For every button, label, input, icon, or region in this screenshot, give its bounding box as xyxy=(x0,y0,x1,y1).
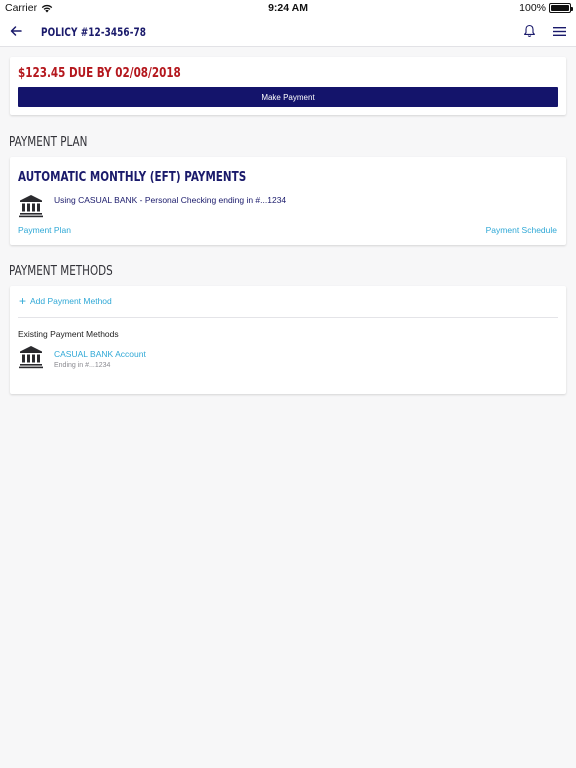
arrow-left-icon[interactable] xyxy=(9,24,23,38)
amount-due-card: $123.45 DUE BY 02/08/2018 Make Payment xyxy=(10,57,566,115)
payment-plan-title-label: AUTOMATIC MONTHLY (EFT) PAYMENTS xyxy=(18,170,247,185)
battery-percent: 100% xyxy=(519,2,546,14)
payment-method-detail: Ending in #...1234 xyxy=(54,362,111,369)
payment-plan-card: AUTOMATIC MONTHLY (EFT) PAYMENTS Using C… xyxy=(10,157,566,245)
existing-methods-label: Existing Payment Methods xyxy=(18,329,119,339)
status-bar: Carrier 9:24 AM 100% xyxy=(0,0,576,16)
payment-plan-heading: PAYMENT PLAN xyxy=(9,134,107,150)
bank-icon xyxy=(19,346,43,369)
battery-indicator: 100% xyxy=(519,2,573,14)
add-payment-method-button[interactable]: + Add Payment Method xyxy=(19,294,112,308)
payment-plan-heading-label: PAYMENT PLAN xyxy=(9,135,88,150)
page-title: POLICY #12-3456-78 xyxy=(41,25,147,39)
payment-plan-title: AUTOMATIC MONTHLY (EFT) PAYMENTS xyxy=(18,169,303,185)
payment-method-name[interactable]: CASUAL BANK Account xyxy=(54,349,146,359)
nav-bar: POLICY #12-3456-78 xyxy=(0,16,576,47)
bank-icon xyxy=(19,195,43,218)
payment-plan-description: Using CASUAL BANK - Personal Checking en… xyxy=(54,195,287,205)
payment-methods-card: + Add Payment Method Existing Payment Me… xyxy=(10,286,566,394)
amount-due-text: $123.45 DUE BY 02/08/2018 xyxy=(18,65,222,81)
make-payment-button[interactable]: Make Payment xyxy=(18,87,558,107)
bell-icon[interactable] xyxy=(523,24,536,38)
amount-due-label: $123.45 DUE BY 02/08/2018 xyxy=(18,66,181,81)
add-payment-method-label: Add Payment Method xyxy=(30,296,112,306)
battery-icon xyxy=(549,3,573,13)
hamburger-menu-icon[interactable] xyxy=(553,26,566,37)
payment-methods-heading-label: PAYMENT METHODS xyxy=(9,264,113,279)
payment-schedule-link[interactable]: Payment Schedule xyxy=(486,225,557,235)
plus-icon: + xyxy=(19,294,27,308)
payment-plan-link[interactable]: Payment Plan xyxy=(18,225,71,235)
clock: 9:24 AM xyxy=(268,2,308,14)
payment-methods-heading: PAYMENT METHODS xyxy=(9,263,139,279)
divider xyxy=(18,317,558,318)
